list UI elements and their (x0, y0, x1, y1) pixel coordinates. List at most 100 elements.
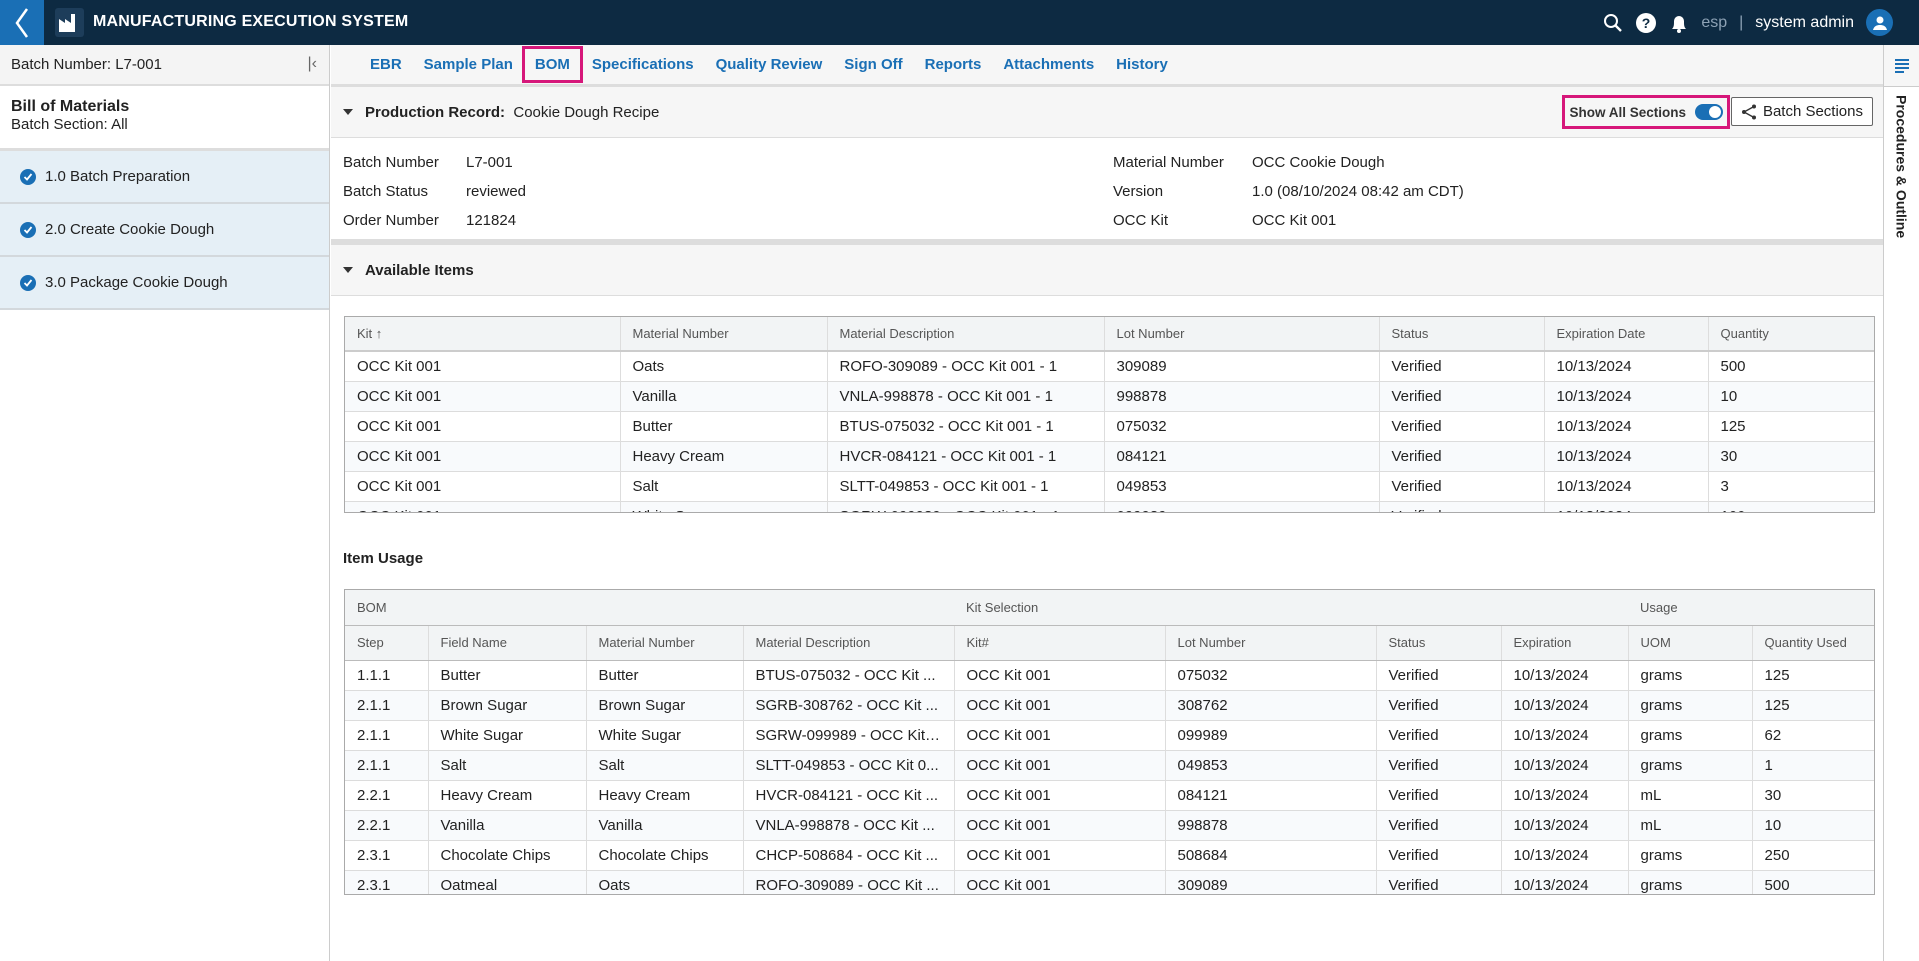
collapse-sidebar-icon[interactable]: |‹ (308, 55, 317, 73)
column-header[interactable]: Kit ↑ (345, 317, 620, 352)
user-name[interactable]: system admin (1755, 14, 1854, 32)
avatar[interactable] (1866, 9, 1893, 36)
tab-history[interactable]: History (1105, 48, 1179, 81)
table-cell: 508684 (1164, 839, 1376, 870)
bell-icon[interactable] (1669, 12, 1689, 34)
sidebar-item-section[interactable]: 1.0 Batch Preparation (0, 151, 329, 204)
table-row[interactable]: 2.2.1 Heavy Cream Heavy Cream HVCR-084121 -… (345, 779, 1874, 810)
table-row[interactable]: 2.2.1 Vanilla Vanilla VNLA-998878 - OCC Kit… (345, 809, 1874, 840)
field-label: Batch Number (343, 154, 439, 171)
table-row[interactable]: OCC Kit 001 Vanilla VNLA-998878 - OCC Kit … (345, 380, 1874, 411)
table-cell: 10/13/2024 (1543, 440, 1708, 471)
table-cell: Chocolate Chips (585, 839, 743, 870)
column-header[interactable]: Material Number (619, 317, 827, 352)
table-cell: Oatmeal (427, 869, 586, 894)
table-row[interactable]: 2.1.1 White Sugar White Sugar SGRW-099989 -… (345, 719, 1874, 750)
svg-text:?: ? (1642, 15, 1651, 31)
table-cell: 998878 (1164, 809, 1376, 840)
table-row[interactable]: OCC Kit 001 Heavy Cream HVCR-084121 - OCC … (345, 440, 1874, 471)
column-header[interactable]: Status (1378, 317, 1544, 352)
table-cell: OCC Kit 001 (345, 440, 620, 471)
table-cell: 10/13/2024 (1500, 869, 1629, 894)
table-cell: 308762 (1164, 689, 1376, 720)
table-cell: HVCR-084121 - OCC Kit ... (742, 779, 954, 810)
search-icon[interactable] (1603, 13, 1623, 33)
tab-quality-review[interactable]: Quality Review (705, 48, 834, 81)
table-cell: OCC Kit 001 (953, 779, 1165, 810)
top-bar: MANUFACTURING EXECUTION SYSTEM ? esp | s… (0, 0, 1919, 45)
column-header[interactable]: UOM (1627, 625, 1753, 661)
batch-sections-button[interactable]: Batch Sections (1730, 97, 1873, 126)
help-icon[interactable]: ? (1635, 12, 1657, 34)
sidebar-item-label: 3.0 Package Cookie Dough (45, 274, 228, 291)
table-cell: 10/13/2024 (1500, 839, 1629, 870)
table-cell: VNLA-998878 - OCC Kit ... (742, 809, 954, 840)
table-cell: Brown Sugar (585, 689, 743, 720)
table-cell: 075032 (1164, 659, 1376, 690)
table-cell: Verified (1375, 809, 1501, 840)
column-header[interactable]: Status (1375, 625, 1501, 661)
table-row[interactable]: 2.1.1 Salt Salt SLTT-049853 - OCC Kit 0... O… (345, 749, 1874, 780)
sidebar-item-label: 1.0 Batch Preparation (45, 168, 191, 185)
column-header[interactable]: Expiration Date (1543, 317, 1708, 352)
table-row[interactable]: OCC Kit 001White SugarSGRW-099989 - OCC … (345, 500, 1874, 512)
table-cell: 10/13/2024 (1500, 659, 1629, 690)
column-header[interactable]: Quantity Used (1751, 625, 1874, 661)
procedures-outline-tab[interactable]: Procedures & Outline (1894, 95, 1910, 238)
table-cell: 2.3.1 (345, 869, 428, 894)
table-cell: grams (1627, 869, 1753, 894)
table-row[interactable]: 1.1.1 Butter Butter BTUS-075032 - OCC Kit .… (345, 659, 1874, 690)
table-cell: grams (1627, 689, 1753, 720)
column-header[interactable]: Material Description (742, 625, 954, 661)
column-header[interactable]: Lot Number (1103, 317, 1379, 352)
tab-bom[interactable]: BOM (521, 46, 583, 83)
sidebar-item-section[interactable]: 3.0 Package Cookie Dough (0, 257, 329, 310)
table-cell: Butter (585, 659, 743, 690)
tab-specifications[interactable]: Specifications (581, 48, 705, 81)
language-selector[interactable]: esp (1701, 14, 1727, 32)
right-rail: Procedures & Outline (1883, 45, 1919, 961)
table-cell: 2.1.1 (345, 689, 428, 720)
app-title: MANUFACTURING EXECUTION SYSTEM (93, 13, 409, 30)
table-cell: 100 (1707, 500, 1874, 512)
table-cell: HVCR-084121 - OCC Kit 001 - 1 (826, 440, 1104, 471)
column-header[interactable]: Material Number (585, 625, 743, 661)
available-items-header[interactable]: Available Items (331, 245, 1883, 296)
table-cell: 099989 (1103, 500, 1379, 512)
table-row[interactable]: 2.1.1 Brown Sugar Brown Sugar SGRB-308762 -… (345, 689, 1874, 720)
available-items-table: Kit ↑ Material Number Material Description… (344, 316, 1875, 513)
outline-menu-button[interactable] (1884, 45, 1919, 87)
table-cell: OCC Kit 001 (345, 500, 620, 512)
tab-sample-plan[interactable]: Sample Plan (413, 48, 524, 81)
table-cell: 049853 (1103, 470, 1379, 501)
sidebar-item-section[interactable]: 2.0 Create Cookie Dough (0, 204, 329, 257)
table-row[interactable]: OCC Kit 001 Salt SLTT-049853 - OCC Kit 001… (345, 470, 1874, 501)
table-cell: Brown Sugar (427, 689, 586, 720)
production-record-header[interactable]: Production Record: Cookie Dough Recipe S… (331, 87, 1883, 138)
column-header[interactable]: Expiration (1500, 625, 1629, 661)
table-cell: OCC Kit 001 (953, 659, 1165, 690)
toggle-switch[interactable] (1695, 104, 1723, 120)
tab-sign-off[interactable]: Sign Off (833, 48, 913, 81)
table-row[interactable]: OCC Kit 001 Oats ROFO-309089 - OCC Kit 001… (345, 350, 1874, 381)
column-header[interactable]: Lot Number (1164, 625, 1376, 661)
field-value: 121824 (466, 212, 517, 229)
tab-ebr[interactable]: EBR (359, 48, 413, 81)
column-header[interactable]: Kit# (953, 625, 1165, 661)
show-all-sections-toggle[interactable]: Show All Sections (1562, 95, 1730, 129)
column-header[interactable]: Quantity (1707, 317, 1874, 352)
collapse-triangle-icon[interactable] (343, 267, 353, 273)
production-record-label: Production Record: (365, 103, 506, 121)
column-header[interactable]: Material Description (826, 317, 1104, 352)
back-button[interactable] (0, 0, 44, 45)
column-header[interactable]: Field Name (427, 625, 586, 661)
table-row[interactable]: 2.3.1 Chocolate Chips Chocolate Chips CHCP-… (345, 839, 1874, 870)
tab-attachments[interactable]: Attachments (992, 48, 1105, 81)
table-row[interactable]: OCC Kit 001 Butter BTUS-075032 - OCC Kit 0… (345, 410, 1874, 441)
table-cell: 30 (1707, 440, 1874, 471)
sidebar-item-label: 2.0 Create Cookie Dough (45, 221, 215, 238)
collapse-triangle-icon[interactable] (343, 109, 353, 115)
column-header[interactable]: Step (345, 625, 428, 661)
table-row[interactable]: 2.3.1 Oatmeal Oats ROFO-309089 - OCC Kit ..… (345, 869, 1874, 894)
tab-reports[interactable]: Reports (914, 48, 993, 81)
